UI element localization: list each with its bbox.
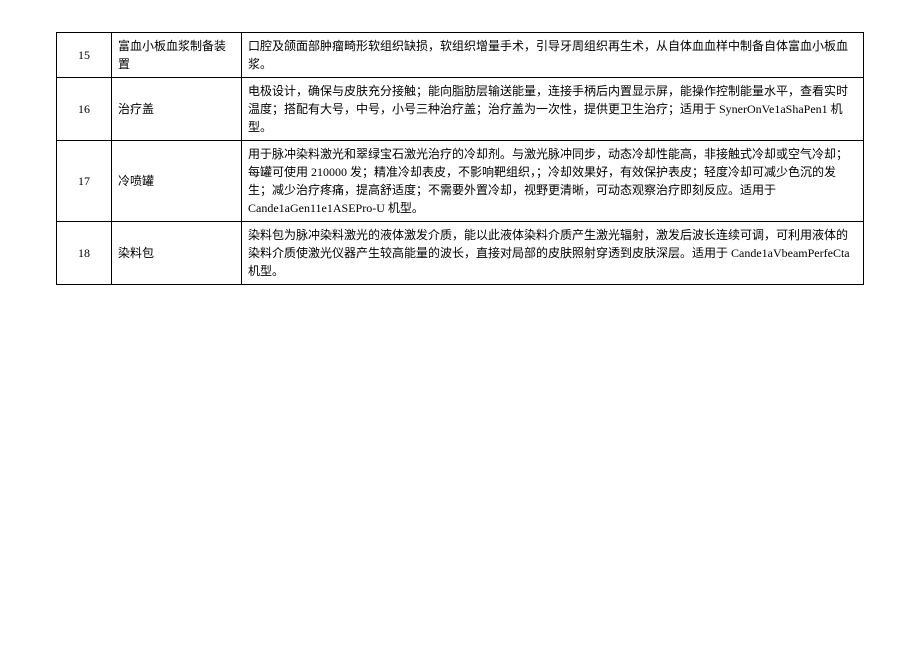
device-table: 15 富血小板血浆制备装置 口腔及颌面部肿瘤畸形软组织缺损，软组织增量手术，引导… [56, 32, 864, 285]
device-name: 冷喷罐 [112, 141, 242, 222]
row-number: 15 [57, 33, 112, 78]
row-number: 18 [57, 222, 112, 285]
device-name: 治疗盖 [112, 78, 242, 141]
table-row: 18 染料包 染料包为脉冲染料激光的液体激发介质，能以此液体染料介质产生激光辐射… [57, 222, 864, 285]
device-description: 口腔及颌面部肿瘤畸形软组织缺损，软组织增量手术，引导牙周组织再生术，从自体血血样… [242, 33, 864, 78]
table-row: 17 冷喷罐 用于脉冲染料激光和翠绿宝石激光治疗的冷却剂。与激光脉冲同步，动态冷… [57, 141, 864, 222]
table-row: 16 治疗盖 电极设计，确保与皮肤充分接触；能向脂肪层输送能量，连接手柄后内置显… [57, 78, 864, 141]
table-row: 15 富血小板血浆制备装置 口腔及颌面部肿瘤畸形软组织缺损，软组织增量手术，引导… [57, 33, 864, 78]
row-number: 17 [57, 141, 112, 222]
device-description: 电极设计，确保与皮肤充分接触；能向脂肪层输送能量，连接手柄后内置显示屏，能操作控… [242, 78, 864, 141]
row-number: 16 [57, 78, 112, 141]
device-description: 染料包为脉冲染料激光的液体激发介质，能以此液体染料介质产生激光辐射，激发后波长连… [242, 222, 864, 285]
device-name: 染料包 [112, 222, 242, 285]
device-name: 富血小板血浆制备装置 [112, 33, 242, 78]
device-description: 用于脉冲染料激光和翠绿宝石激光治疗的冷却剂。与激光脉冲同步，动态冷却性能高，非接… [242, 141, 864, 222]
